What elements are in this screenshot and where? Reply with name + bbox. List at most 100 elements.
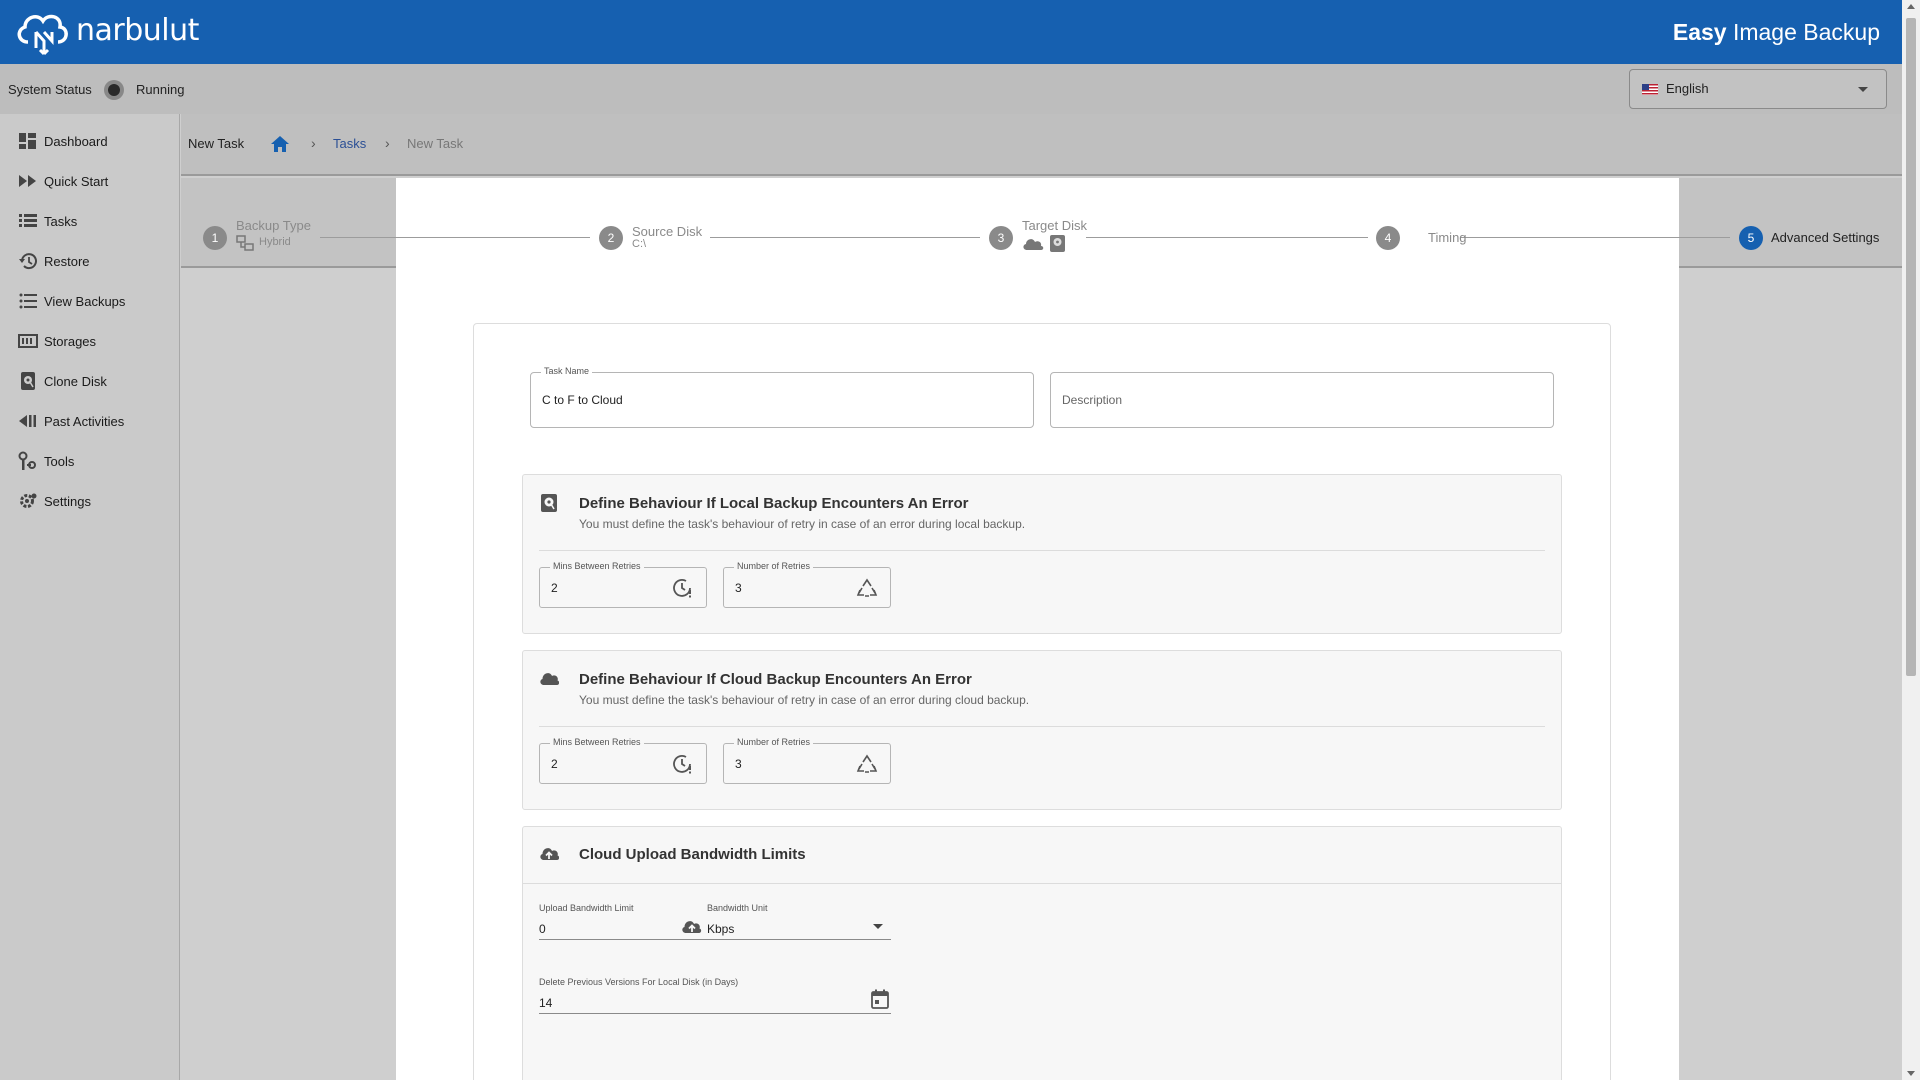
- cloud-error-title: Define Behaviour If Cloud Backup Encount…: [579, 671, 972, 688]
- sidebar-item-label: Tools: [44, 453, 75, 469]
- home-icon[interactable]: [269, 133, 291, 155]
- breadcrumb-separator: ›: [311, 135, 316, 151]
- clock-icon: [673, 755, 691, 774]
- sidebar-item-quick-start[interactable]: Quick Start: [0, 163, 179, 199]
- app-title-rest: Image Backup: [1726, 19, 1880, 45]
- upload-bandwidth-limit-value: 0: [539, 922, 546, 936]
- sidebar-item-past-activities[interactable]: Past Activities: [0, 403, 179, 439]
- step-1-sub: Hybrid: [259, 236, 291, 248]
- sidebar-item-label: Settings: [44, 493, 91, 509]
- cloud-mins-between-retries-field[interactable]: Mins Between Retries 2: [539, 737, 707, 784]
- sidebar-item-label: Dashboard: [44, 133, 108, 149]
- system-status-label: System Status: [8, 82, 92, 97]
- delete-previous-versions-value: 14: [539, 996, 553, 1010]
- page-scrollbar[interactable]: [1902, 0, 1920, 1080]
- cloud-error-desc: You must define the task's behaviour of …: [579, 693, 1030, 707]
- sidebar-item-storages[interactable]: Storages: [0, 323, 179, 359]
- clock-icon: [673, 579, 691, 598]
- step-5-label: Advanced Settings: [1771, 230, 1880, 245]
- mins-between-retries-value: 2: [551, 581, 558, 595]
- number-of-retries-value: 3: [735, 757, 742, 771]
- dashboard-icon: [19, 133, 36, 149]
- restore-icon: [19, 253, 37, 270]
- sidebar-item-view-backups[interactable]: View Backups: [0, 283, 179, 319]
- bandwidth-title: Cloud Upload Bandwidth Limits: [579, 846, 806, 863]
- us-flag-icon: [1642, 84, 1658, 95]
- breadcrumb-tasks-link[interactable]: Tasks: [333, 136, 366, 151]
- language-selected: English: [1666, 81, 1709, 96]
- language-select[interactable]: English: [1629, 69, 1887, 109]
- cloud-error-section: Define Behaviour If Cloud Backup Encount…: [522, 650, 1562, 810]
- gear-icon: [20, 493, 37, 508]
- cloud-logo-icon: [17, 14, 68, 56]
- advanced-settings-card: Task Name C to F to Cloud Description De…: [473, 323, 1611, 1080]
- hybrid-icon: [236, 235, 254, 251]
- scrollbar-thumb[interactable]: [1906, 18, 1916, 676]
- sidebar-item-clone-disk[interactable]: Clone Disk: [0, 363, 179, 399]
- step-2-sub: C:\: [632, 238, 647, 250]
- step-connector: [710, 237, 980, 238]
- upload-bandwidth-limit-label: Upload Bandwidth Limit: [539, 903, 634, 913]
- app-title: Easy Image Backup: [1673, 19, 1880, 46]
- mins-between-retries-label: Mins Between Retries: [550, 561, 644, 571]
- scroll-up-icon[interactable]: [1907, 4, 1915, 9]
- step-connector: [1086, 237, 1368, 238]
- disk-icon: [541, 494, 557, 512]
- cloud-upload-icon: [682, 921, 702, 933]
- local-mins-between-retries-field[interactable]: Mins Between Retries 2: [539, 561, 707, 608]
- task-name-label: Task Name: [541, 366, 593, 376]
- cloud-number-of-retries-field[interactable]: Number of Retries 3: [723, 737, 891, 784]
- sidebar-item-restore[interactable]: Restore: [0, 243, 179, 279]
- upload-bandwidth-limit-field[interactable]: Upload Bandwidth Limit 0: [539, 903, 707, 940]
- page-title: New Task: [188, 136, 245, 151]
- description-placeholder: Description: [1062, 393, 1123, 407]
- mins-between-retries-value: 2: [551, 757, 558, 771]
- number-of-retries-value: 3: [735, 581, 742, 595]
- sidebar-item-tools[interactable]: Tools: [0, 443, 179, 479]
- local-number-of-retries-field[interactable]: Number of Retries 3: [723, 561, 891, 608]
- sidebar-item-label: Clone Disk: [44, 373, 107, 389]
- task-name-value: C to F to Cloud: [542, 393, 623, 407]
- number-of-retries-label: Number of Retries: [734, 737, 814, 747]
- step-connector: [320, 237, 590, 238]
- step-5-circle[interactable]: 5: [1739, 226, 1763, 250]
- narbulut-logo[interactable]: narbulut: [14, 8, 199, 56]
- number-of-retries-label: Number of Retries: [734, 561, 814, 571]
- bandwidth-unit-select[interactable]: Bandwidth Unit Kbps: [707, 903, 891, 940]
- recycle-icon: [856, 578, 878, 597]
- delete-previous-versions-label: Delete Previous Versions For Local Disk …: [539, 977, 739, 987]
- fast-forward-icon: [19, 175, 36, 187]
- cloud-upload-icon: [540, 848, 559, 860]
- step-1-label: Backup Type: [236, 218, 311, 233]
- step-4-circle[interactable]: 4: [1376, 226, 1400, 250]
- step-2-circle[interactable]: 2: [599, 226, 623, 250]
- section-divider: [523, 883, 1561, 884]
- calendar-icon: [871, 989, 889, 1009]
- scroll-down-icon[interactable]: [1907, 1071, 1915, 1076]
- bandwidth-unit-value: Kbps: [707, 922, 735, 936]
- sidebar-item-label: Past Activities: [44, 413, 125, 429]
- disk-icon: [21, 372, 35, 390]
- description-field[interactable]: Description: [1050, 372, 1554, 428]
- sidebar-item-settings[interactable]: Settings: [0, 483, 179, 519]
- task-name-field[interactable]: Task Name C to F to Cloud: [530, 366, 1034, 428]
- bandwidth-section: Cloud Upload Bandwidth Limits Upload Ban…: [522, 826, 1562, 1080]
- step-connector: [1460, 237, 1730, 238]
- breadcrumb-separator: ›: [385, 135, 390, 151]
- dropdown-caret-icon: [1858, 87, 1868, 92]
- sidebar-item-tasks[interactable]: Tasks: [0, 203, 179, 239]
- step-2-label: Source Disk: [632, 224, 703, 239]
- top-header: narbulut Easy Image Backup: [0, 0, 1902, 64]
- delete-previous-versions-field[interactable]: Delete Previous Versions For Local Disk …: [539, 977, 891, 1014]
- step-3-circle[interactable]: 3: [989, 226, 1013, 250]
- sidebar-item-label: Quick Start: [44, 173, 109, 189]
- sidebar-item-label: View Backups: [44, 293, 126, 309]
- breadcrumb: New Task › Tasks › New Task: [181, 114, 1902, 176]
- section-divider: [539, 550, 1545, 551]
- step-1-circle[interactable]: 1: [203, 226, 227, 250]
- sidebar-item-dashboard[interactable]: Dashboard: [0, 123, 179, 159]
- breadcrumb-current: New Task: [407, 136, 464, 151]
- bandwidth-unit-label: Bandwidth Unit: [707, 903, 768, 913]
- local-error-desc: You must define the task's behaviour of …: [579, 517, 1026, 531]
- sidebar-item-label: Tasks: [44, 213, 78, 229]
